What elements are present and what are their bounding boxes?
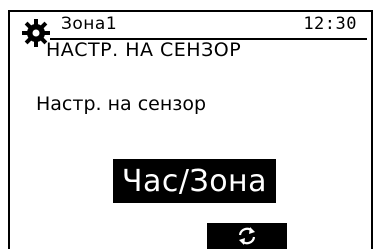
selected-option-label: Час/Зона bbox=[121, 163, 268, 199]
zone-label: Зона1 bbox=[61, 14, 118, 34]
function-key-refresh[interactable] bbox=[207, 223, 287, 249]
setting-name: Настр. на сензор bbox=[36, 93, 207, 115]
selected-option[interactable]: Час/Зона bbox=[113, 159, 276, 203]
refresh-icon bbox=[238, 227, 256, 245]
clock: 12:30 bbox=[303, 14, 357, 34]
controller-screen: Зона1 12:30 НАСТР. НА СЕНЗОР Настр. на с… bbox=[0, 0, 381, 249]
menu-title: НАСТР. НА СЕНЗОР bbox=[46, 39, 242, 61]
